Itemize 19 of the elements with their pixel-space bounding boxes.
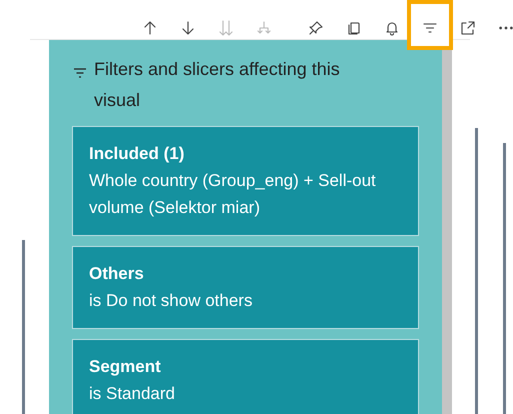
filter-name: Included (1) <box>89 143 186 165</box>
copy-icon <box>346 20 362 36</box>
double-arrow-down-icon <box>218 20 234 36</box>
filter-condition: Whole country (Group_eng) + Sell-out volume (Selektor miar) <box>89 170 377 219</box>
filter-condition: is Standard <box>89 383 176 405</box>
filter-condition: is Do not show others <box>89 290 254 312</box>
arrow-down-icon <box>180 20 196 36</box>
expand-icon <box>460 20 476 36</box>
arrow-up-icon <box>142 20 158 36</box>
pin-icon <box>308 20 324 36</box>
filter-card[interactable]: Included (1) Whole country (Group_eng) + Sell-out volume (Selektor miar) <box>72 126 419 236</box>
filter-card[interactable]: Others is Do not show others <box>72 246 419 329</box>
filter-card[interactable]: Segment is Standard <box>72 339 419 414</box>
branch-arrows-icon <box>256 20 272 36</box>
more-icon <box>499 26 513 30</box>
filter-name: Segment <box>89 356 162 378</box>
filter-name: Others <box>89 263 145 285</box>
panel-title: Filters and slicers affecting this visual <box>94 58 341 112</box>
bell-icon <box>384 20 400 36</box>
